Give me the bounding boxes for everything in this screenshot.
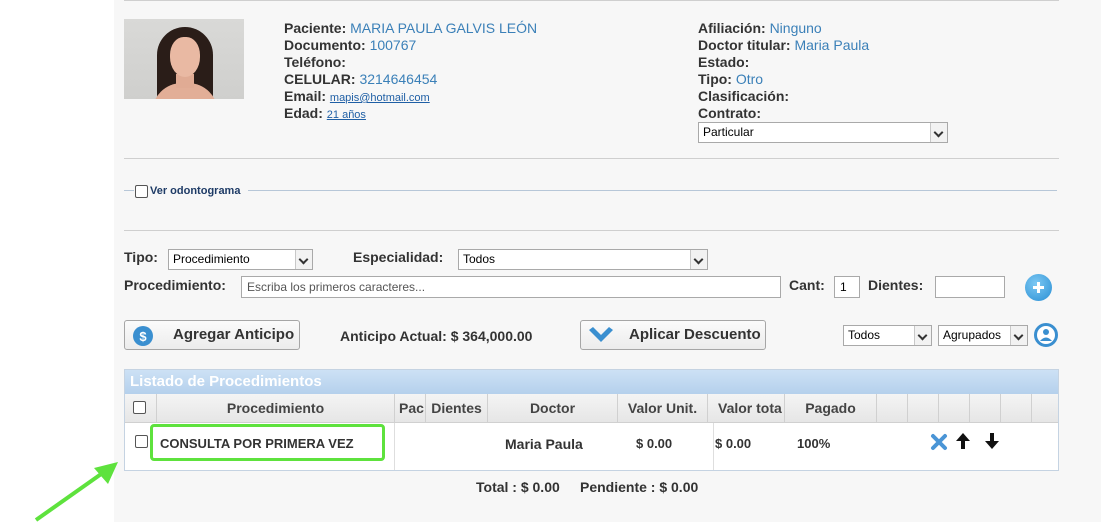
cant-label: Cant: — [789, 277, 825, 293]
patient-avatar — [124, 19, 244, 99]
dientes-label: Dientes: — [868, 277, 924, 293]
cellphone-row: CELULAR: 3214646454 — [284, 71, 438, 87]
annotation-arrow-icon — [34, 462, 118, 522]
move-down-button[interactable] — [984, 432, 1000, 453]
email-link[interactable]: mapis@hotmail.com — [330, 92, 430, 104]
pendiente-value: Pendiente : $ 0.00 — [580, 479, 699, 495]
header-procedimiento[interactable]: Procedimiento — [157, 394, 395, 423]
chevron-down-icon — [914, 326, 931, 345]
dollar-icon: $ — [133, 326, 153, 346]
age-link[interactable]: 21 años — [327, 109, 366, 121]
row-doctor: Maria Paula — [505, 436, 583, 452]
chevron-down-icon — [295, 250, 312, 269]
header-pac[interactable]: Pac — [395, 394, 426, 423]
arrow-up-icon — [956, 433, 970, 449]
add-procedure-button[interactable] — [1025, 274, 1052, 301]
header-valor-unit[interactable]: Valor Unit. — [618, 394, 708, 423]
row-checkbox[interactable] — [135, 435, 148, 448]
table-header: Procedimiento Pac Dientes Doctor Valor U… — [125, 394, 1058, 423]
contract-select[interactable]: Particular — [698, 122, 948, 143]
anticipo-actual: Anticipo Actual: $ 364,000.00 — [340, 328, 533, 344]
agregar-anticipo-button[interactable]: $ Agregar Anticipo — [124, 320, 300, 350]
odontograma-line-right — [248, 190, 1057, 191]
procedimiento-input[interactable]: Escriba los primeros caracteres... — [241, 276, 781, 298]
aplicar-descuento-button[interactable]: Aplicar Descuento — [580, 320, 766, 350]
contract-label: Contrato: — [698, 105, 761, 121]
left-gutter — [0, 0, 114, 522]
chevron-down-icon — [930, 123, 947, 142]
doctor-row: Doctor titular: Maria Paula — [698, 37, 870, 53]
age-row: Edad: 21 años — [284, 105, 366, 121]
patient-name-row: Paciente: MARIA PAULA GALVIS LEÓN — [284, 20, 538, 36]
cellphone-value: 3214646454 — [359, 71, 438, 87]
especialidad-select[interactable]: Todos — [458, 249, 708, 270]
top-divider — [124, 0, 1059, 1]
odontograma-label[interactable]: Ver odontograma — [150, 185, 240, 197]
filter-todos-select[interactable]: Todos — [843, 325, 932, 346]
procedimiento-label: Procedimiento: — [124, 277, 226, 293]
type-row: Tipo: Otro — [698, 71, 764, 87]
filter-agrupados-select[interactable]: Agrupados — [938, 325, 1028, 346]
check-icon — [587, 325, 615, 355]
row-valor-unit: $ 0.00 — [636, 436, 673, 451]
affiliation-row: Afiliación: Ninguno — [698, 20, 822, 36]
delete-row-button[interactable] — [930, 433, 948, 454]
dientes-input[interactable] — [935, 276, 1005, 298]
header-valor-total[interactable]: Valor tota — [708, 394, 785, 423]
chevron-down-icon — [1010, 326, 1027, 345]
cant-input[interactable]: 1 — [834, 276, 860, 298]
classification-row: Clasificación: — [698, 88, 790, 104]
select-all-checkbox[interactable] — [133, 401, 146, 414]
plus-icon — [1033, 282, 1044, 293]
odontograma-checkbox[interactable] — [135, 185, 148, 198]
odontograma-line-left — [124, 190, 134, 191]
arrow-down-icon — [985, 433, 999, 449]
total-value: Total : $ 0.00 — [476, 479, 560, 495]
header-pagado[interactable]: Pagado — [785, 394, 877, 423]
row-pagado: 100% — [797, 436, 831, 451]
tipo-select[interactable]: Procedimiento — [168, 249, 313, 270]
filters-divider — [124, 230, 1059, 231]
header-doctor[interactable]: Doctor — [488, 394, 618, 423]
document-row: Documento: 100767 — [284, 37, 417, 53]
patient-name: MARIA PAULA GALVIS LEÓN — [350, 20, 538, 36]
phone-row: Teléfono: — [284, 54, 346, 70]
tipo-label: Tipo: — [124, 249, 158, 265]
user-sync-button[interactable] — [1034, 323, 1058, 347]
document-value: 100767 — [369, 37, 417, 53]
status-row: Estado: — [698, 54, 750, 70]
select-all-cell — [125, 394, 157, 423]
chevron-down-icon — [690, 250, 707, 269]
section-divider — [124, 158, 1059, 159]
especialidad-label: Especialidad: — [353, 249, 444, 265]
header-dientes[interactable]: Dientes — [426, 394, 488, 423]
row-valor-total: $ 0.00 — [715, 436, 752, 451]
delete-x-icon — [931, 434, 947, 450]
svg-text:$: $ — [139, 329, 147, 344]
move-up-button[interactable] — [955, 432, 971, 453]
table-title: Listado de Procedimientos — [125, 370, 1058, 394]
user-sync-icon — [1040, 329, 1052, 341]
highlight-box — [150, 424, 385, 461]
